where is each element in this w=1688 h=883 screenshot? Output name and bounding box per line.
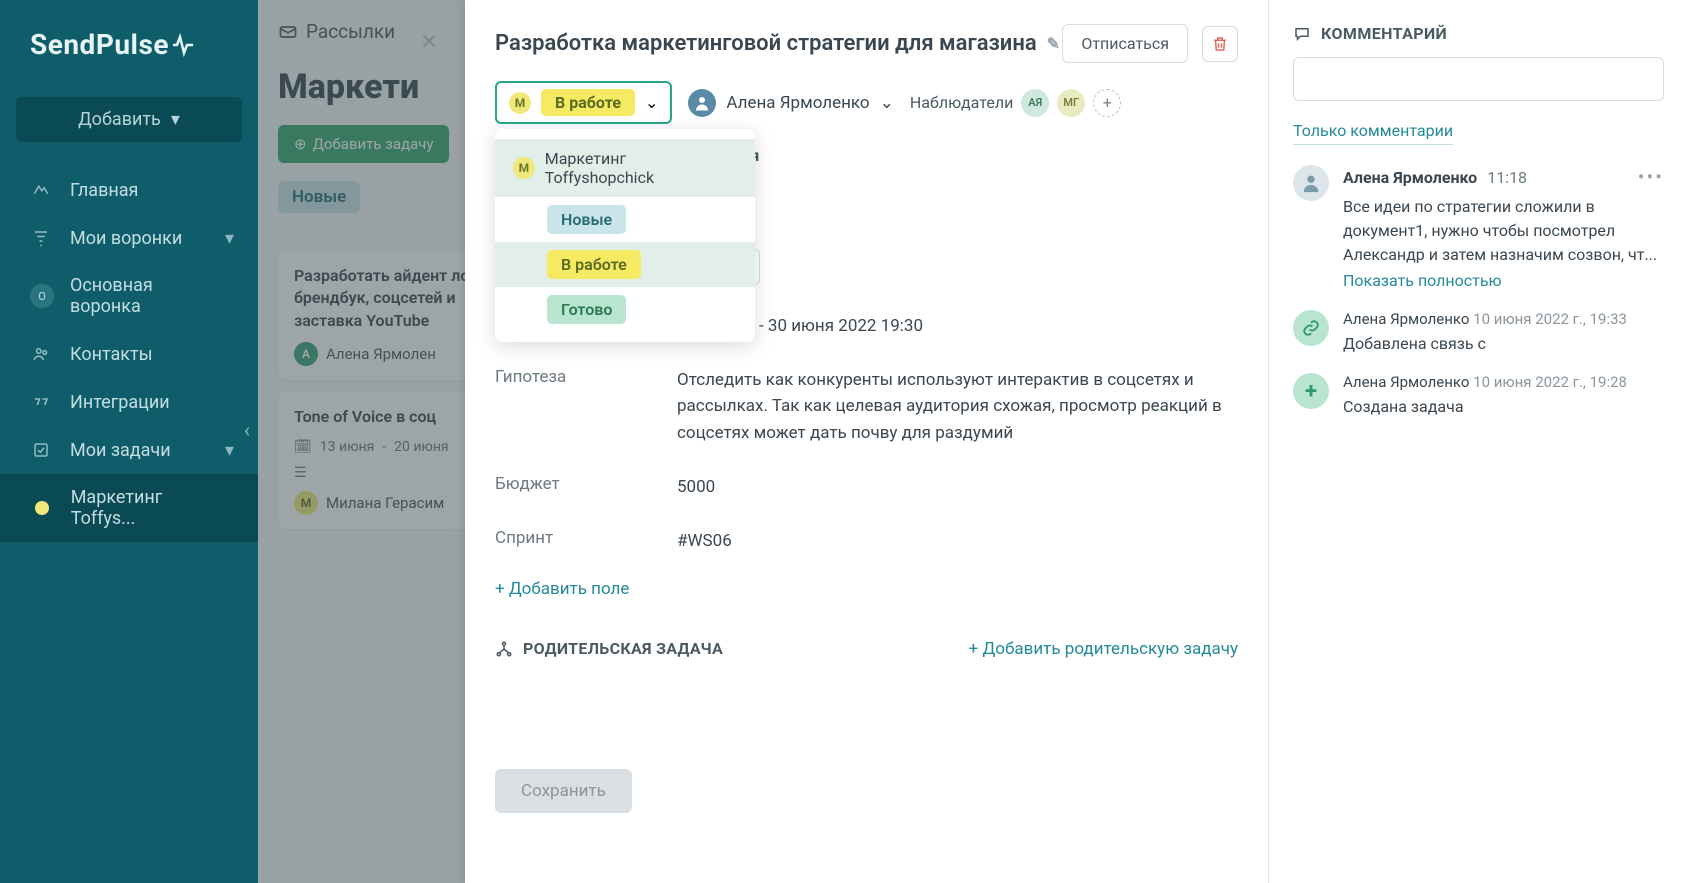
comment-time: 11:18 [1487, 168, 1527, 187]
add-field-button[interactable]: + Добавить поле [495, 579, 629, 599]
activity-author: Алена Ярмоленко [1343, 310, 1469, 328]
activity-item: Алена Ярмоленко 10 июня 2022 г., 19:33 Д… [1293, 310, 1664, 353]
add-watcher-button[interactable]: + [1093, 89, 1121, 117]
save-button[interactable]: Сохранить [495, 769, 632, 813]
status-badge: Новые [547, 205, 626, 234]
comments-panel: КОММЕНТАРИЙ Только комментарии Алена Ярм… [1268, 0, 1688, 883]
close-icon[interactable]: ✕ [420, 30, 448, 58]
nav-funnels[interactable]: Мои воронки ▾ [0, 214, 258, 262]
nav-marketing-board[interactable]: Маркетинг Toffys... [0, 474, 258, 542]
funnel-icon [30, 227, 52, 249]
link-icon [1293, 310, 1329, 346]
comment-author: Алена Ярмоленко [1343, 168, 1477, 187]
modal-main: Разработка маркетинговой стратегии для м… [465, 0, 1268, 883]
dropdown-board-header[interactable]: М Маркетинг Toffyshopchick [495, 139, 755, 197]
field-value-budget[interactable]: 5000 [677, 474, 1238, 500]
field-label-sprint: Спринт [495, 528, 677, 548]
activity-text: Добавлена связь с [1343, 334, 1664, 353]
chevron-down-icon: ⌄ [645, 93, 658, 112]
avatar [688, 89, 716, 117]
activity-author: Алена Ярмоленко [1343, 373, 1469, 391]
integrations-icon [30, 391, 52, 413]
hierarchy-icon [495, 640, 513, 658]
chevron-down-icon: ▾ [225, 440, 234, 461]
add-button[interactable]: Добавить ▾ [16, 97, 242, 142]
nav-integrations[interactable]: Интеграции [0, 378, 258, 426]
unsubscribe-button[interactable]: Отписаться [1062, 24, 1188, 63]
assignee-name: Алена Ярмоленко [726, 93, 869, 113]
field-label-hypothesis: Гипотеза [495, 367, 677, 387]
watcher-avatar[interactable]: АЯ [1021, 89, 1049, 117]
nav-my-tasks[interactable]: Мои задачи ▾ [0, 426, 258, 474]
activity-time: 10 июня 2022 г., 19:33 [1473, 310, 1627, 328]
nav-label: Контакты [70, 344, 153, 365]
board-dot-icon [35, 501, 49, 515]
dropdown-board-name: Маркетинг Toffyshopchick [545, 149, 737, 187]
activity-text: Создана задача [1343, 397, 1664, 416]
status-badge: В работе [541, 89, 635, 116]
parent-title-text: РОДИТЕЛЬСКАЯ ЗАДАЧА [523, 639, 723, 658]
status-selector[interactable]: М В работе ⌄ [495, 81, 672, 124]
collapse-sidebar-icon[interactable]: ‹ [244, 418, 250, 442]
description-value: ий [677, 195, 1238, 221]
nav-label: Мои воронки [70, 228, 182, 249]
avatar-icon: О [30, 284, 54, 308]
comments-header-text: КОММЕНТАРИЙ [1321, 24, 1447, 43]
caret-down-icon: ▾ [171, 109, 180, 130]
comment-input[interactable] [1293, 57, 1664, 101]
field-value-hypothesis[interactable]: Отследить как конкуренты используют инте… [677, 367, 1238, 446]
comment: Алена Ярмоленко 11:18 ••• Все идеи по ст… [1293, 165, 1664, 290]
add-button-label: Добавить [78, 109, 161, 130]
status-option-done[interactable]: Готово [495, 287, 755, 332]
nav-home[interactable]: Главная [0, 166, 258, 214]
status-option-new[interactable]: Новые [495, 197, 755, 242]
watchers-label: Наблюдатели [910, 93, 1013, 112]
home-icon [30, 179, 52, 201]
add-parent-task-button[interactable]: + Добавить родительскую задачу [969, 639, 1238, 659]
chevron-down-icon: ▾ [225, 228, 234, 249]
status-badge: В работе [547, 250, 641, 279]
pencil-icon[interactable]: ✎ [1047, 34, 1060, 53]
chevron-down-icon: ⌄ [880, 93, 894, 113]
nav-label: Мои задачи [70, 440, 171, 461]
logo[interactable]: SendPulse [0, 0, 258, 87]
board-badge-icon: М [509, 92, 531, 114]
nav-label: Основная воронка [70, 275, 228, 317]
sidebar: SendPulse Добавить ▾ Главная Мои воронки… [0, 0, 258, 883]
comment-text: Все идеи по стратегии сложили в документ… [1343, 195, 1664, 267]
watcher-avatar[interactable]: МГ [1057, 89, 1085, 117]
task-title-text: Разработка маркетинговой стратегии для м… [495, 31, 1037, 56]
comments-header: КОММЕНТАРИЙ [1293, 24, 1664, 43]
delete-button[interactable] [1202, 26, 1238, 62]
logo-text: SendPulse [30, 28, 169, 61]
parent-task-header: РОДИТЕЛЬСКАЯ ЗАДАЧА [495, 639, 723, 658]
plus-icon: + [1293, 373, 1329, 409]
task-title[interactable]: Разработка маркетинговой стратегии для м… [495, 31, 1060, 56]
avatar [1293, 165, 1329, 201]
nav-label: Главная [70, 180, 138, 201]
show-more-button[interactable]: Показать полностью [1343, 271, 1502, 290]
tasks-icon [30, 439, 52, 461]
status-option-work[interactable]: В работе [495, 242, 755, 287]
date-range-value[interactable]: я 2022 - 30 июня 2022 19:30 [677, 313, 1238, 339]
field-label-budget: Бюджет [495, 474, 677, 494]
nav-main-funnel[interactable]: О Основная воронка [0, 262, 258, 330]
status-dropdown: М Маркетинг Toffyshopchick Новые В работ… [495, 129, 755, 342]
comment-icon [1293, 25, 1311, 43]
field-value-sprint[interactable]: #WS06 [677, 528, 1238, 554]
filter-only-comments[interactable]: Только комментарии [1293, 121, 1453, 145]
nav-contacts[interactable]: Контакты [0, 330, 258, 378]
task-modal: ✕ Разработка маркетинговой стратегии для… [465, 0, 1688, 883]
comment-menu-icon[interactable]: ••• [1638, 165, 1664, 189]
pulse-icon [171, 33, 195, 57]
nav-label: Маркетинг Toffys... [71, 487, 228, 529]
contacts-icon [30, 343, 52, 365]
assignee-selector[interactable]: Алена Ярмоленко ⌄ [688, 89, 894, 117]
activity-time: 10 июня 2022 г., 19:28 [1473, 373, 1627, 391]
status-badge: Готово [547, 295, 626, 324]
activity-item: + Алена Ярмоленко 10 июня 2022 г., 19:28… [1293, 373, 1664, 416]
nav-label: Интеграции [70, 392, 170, 413]
board-badge-icon: М [513, 157, 535, 179]
